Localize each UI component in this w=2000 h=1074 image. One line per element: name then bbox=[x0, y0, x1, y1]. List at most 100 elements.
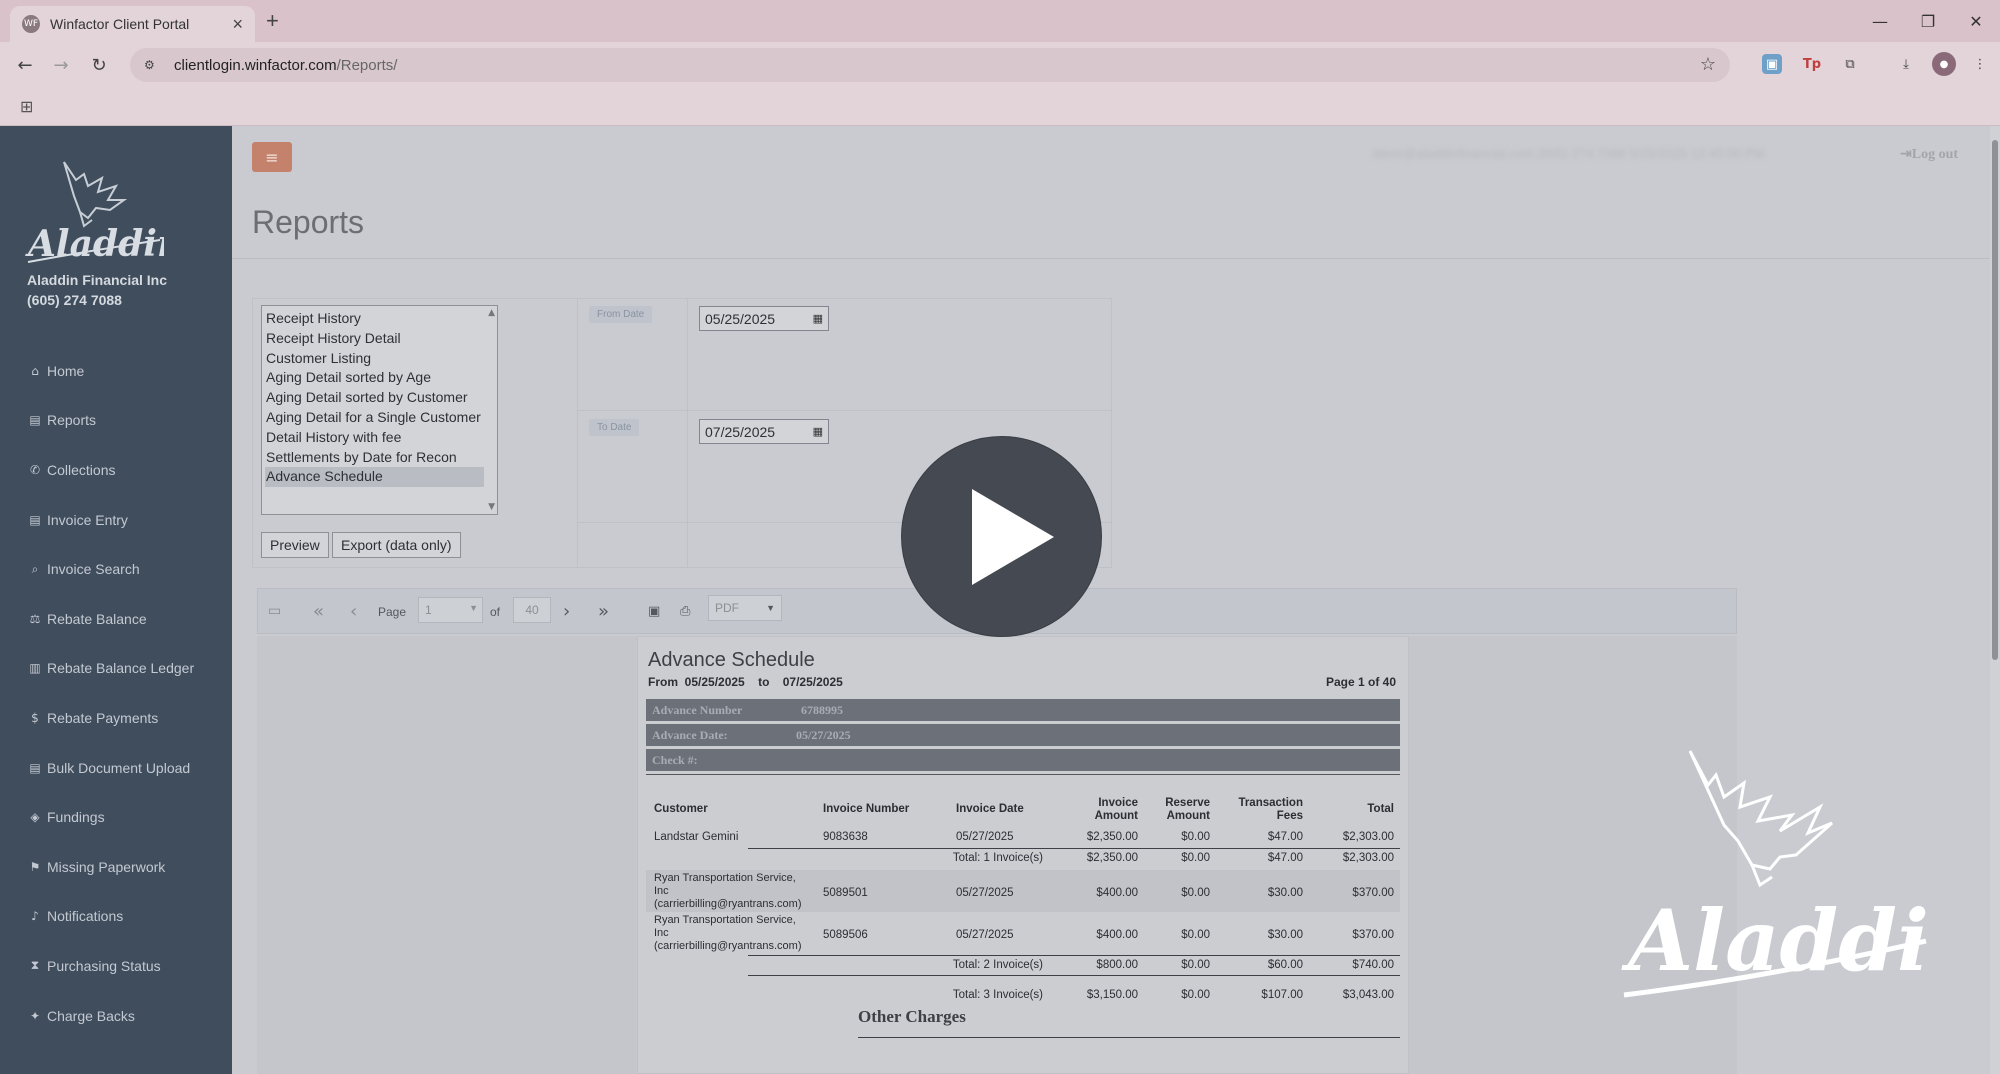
col-invoice-number: Invoice Number bbox=[823, 803, 910, 815]
tab-title: Winfactor Client Portal bbox=[50, 16, 190, 32]
book-icon: ▥ bbox=[29, 661, 41, 676]
calendar-icon[interactable]: ▦ bbox=[813, 425, 823, 438]
report-option[interactable]: Aging Detail sorted by Customer bbox=[265, 388, 494, 408]
profile-avatar-icon[interactable]: ● bbox=[1932, 52, 1956, 76]
save-icon[interactable]: ▣ bbox=[648, 604, 660, 619]
sidebar-item-bulk-document-upload[interactable]: ▤ Bulk Document Upload bbox=[0, 743, 232, 793]
logout-link[interactable]: ⇥Log out bbox=[1900, 146, 1958, 163]
print-icon[interactable]: ⎙ bbox=[680, 604, 690, 619]
chevron-down-icon: ▼ bbox=[766, 603, 775, 613]
balance-scale-icon: ⚖ bbox=[29, 611, 41, 626]
sidebar-item-charge-backs[interactable]: ✦ Charge Backs bbox=[0, 991, 232, 1041]
sidebar-item-label: Invoice Search bbox=[47, 561, 140, 578]
forward-icon[interactable]: → bbox=[48, 52, 74, 78]
bookmark-star-icon[interactable]: ☆ bbox=[1700, 54, 1716, 75]
report-select-list[interactable]: Receipt History Receipt History Detail C… bbox=[261, 305, 498, 515]
sidebar-item-reports[interactable]: ▤ Reports bbox=[0, 396, 232, 446]
hourglass-icon: ⧗ bbox=[30, 958, 40, 973]
menu-toggle-button[interactable]: ≡ bbox=[252, 142, 292, 172]
apps-grid-icon[interactable]: ⊞ bbox=[20, 97, 33, 116]
from-date-input[interactable]: 05/25/2025 ▦ bbox=[699, 306, 829, 331]
report-option[interactable]: Settlements by Date for Recon bbox=[265, 448, 494, 468]
tp-extension-icon[interactable]: Tp bbox=[1800, 52, 1824, 76]
browser-menu-icon[interactable]: ⋮ bbox=[1968, 52, 1992, 76]
report-page: Advance Schedule From 05/25/2025 to 07/2… bbox=[637, 636, 1409, 1074]
file-icon: ▤ bbox=[29, 760, 41, 775]
sidebar-item-label: Purchasing Status bbox=[47, 957, 161, 974]
report-date-range: From 05/25/2025 to 07/25/2025 bbox=[648, 675, 843, 689]
report-option[interactable]: Customer Listing bbox=[265, 349, 494, 369]
sidebar-item-missing-paperwork[interactable]: ⚑ Missing Paperwork bbox=[0, 842, 232, 892]
sidebar-item-invoice-search[interactable]: ⌕ Invoice Search bbox=[0, 544, 232, 594]
toggle-sidebar-icon[interactable]: ▭ bbox=[268, 603, 281, 619]
user-info: steve@aladdinfinancial.com (605) 274 708… bbox=[1372, 146, 1765, 161]
browser-tab[interactable]: WF Winfactor Client Portal × bbox=[10, 6, 255, 42]
file-icon: ▤ bbox=[29, 413, 41, 428]
sidebar-item-collections[interactable]: ✆ Collections bbox=[0, 445, 232, 495]
reload-icon[interactable]: ↻ bbox=[86, 52, 112, 78]
to-date-input[interactable]: 07/25/2025 ▦ bbox=[699, 419, 829, 444]
sidebar-item-rebate-payments[interactable]: $ Rebate Payments bbox=[0, 693, 232, 743]
sidebar-item-label: Collections bbox=[47, 461, 116, 478]
sidebar-item-purchasing-status[interactable]: ⧗ Purchasing Status bbox=[0, 941, 232, 991]
tab-close-icon[interactable]: × bbox=[232, 14, 243, 35]
sidebar-item-label: Fundings bbox=[47, 809, 105, 826]
url-path: /Reports/ bbox=[336, 56, 398, 74]
report-option[interactable]: Aging Detail for a Single Customer bbox=[265, 408, 494, 428]
scroll-down-icon[interactable]: ▼ bbox=[488, 502, 495, 512]
report-option[interactable]: Aging Detail sorted by Age bbox=[265, 368, 494, 388]
restore-icon[interactable]: ❐ bbox=[1904, 0, 1952, 42]
phone-icon: ✆ bbox=[29, 462, 41, 477]
dollar-icon: $ bbox=[31, 710, 39, 725]
advance-number-band: Advance Number 6788995 bbox=[646, 699, 1400, 721]
aladdin-watermark-logo: Aladdin bbox=[1621, 750, 1930, 998]
extension-icon[interactable]: ▣ bbox=[1762, 54, 1782, 74]
next-page-icon[interactable]: › bbox=[563, 601, 570, 622]
first-page-icon[interactable]: « bbox=[313, 601, 324, 622]
logout-icon: ⇥ bbox=[1900, 147, 1912, 162]
home-icon: ⌂ bbox=[31, 363, 39, 378]
sidebar-item-home[interactable]: ⌂ Home bbox=[0, 346, 232, 396]
sidebar-item-fundings[interactable]: ◈ Fundings bbox=[0, 792, 232, 842]
play-icon bbox=[972, 489, 1054, 585]
sidebar-item-label: Home bbox=[47, 362, 85, 379]
panel-divider bbox=[577, 410, 1112, 411]
sidebar-item-rebate-balance-ledger[interactable]: ▥ Rebate Balance Ledger bbox=[0, 644, 232, 694]
report-option[interactable]: Receipt History Detail bbox=[265, 329, 494, 349]
export-data-button[interactable]: Export (data only) bbox=[332, 532, 461, 558]
previous-page-icon[interactable]: ‹ bbox=[350, 601, 357, 622]
subtotal-rule bbox=[748, 955, 1400, 956]
panel-divider bbox=[577, 298, 578, 568]
page-number-select[interactable]: 1 ▼ bbox=[418, 597, 483, 623]
new-tab-icon[interactable]: + bbox=[266, 8, 279, 34]
of-label: of bbox=[490, 605, 501, 619]
calendar-icon[interactable]: ▦ bbox=[813, 312, 823, 325]
window-close-icon[interactable]: ✕ bbox=[1952, 0, 2000, 42]
total-pages: 40 bbox=[513, 597, 551, 623]
sidebar-item-notifications[interactable]: ♪ Notifications bbox=[0, 892, 232, 942]
bell-icon: ♪ bbox=[31, 909, 39, 924]
advance-date-band: Advance Date: 05/27/2025 bbox=[646, 724, 1400, 746]
company-name: Aladdin Financial Inc bbox=[27, 272, 168, 288]
preview-button[interactable]: Preview bbox=[261, 532, 329, 558]
page-label: Page bbox=[378, 605, 407, 619]
file-icon: ▤ bbox=[29, 512, 41, 527]
aladdin-logo: Aladdin bbox=[25, 161, 164, 265]
report-option[interactable]: Receipt History bbox=[265, 309, 494, 329]
export-format-select[interactable]: PDF ▼ bbox=[708, 595, 782, 621]
downloads-icon[interactable]: ⤓ bbox=[1894, 52, 1918, 76]
report-option-selected[interactable]: Advance Schedule bbox=[265, 467, 484, 488]
page-scrollbar-thumb[interactable] bbox=[1992, 140, 1998, 660]
site-info-icon[interactable]: ⚙ bbox=[144, 58, 162, 72]
last-page-icon[interactable]: » bbox=[598, 601, 609, 622]
sidebar-item-invoice-entry[interactable]: ▤ Invoice Entry bbox=[0, 495, 232, 545]
video-play-button[interactable] bbox=[901, 436, 1102, 637]
address-bar[interactable]: ⚙ clientlogin.winfactor.com/Reports/ ☆ bbox=[130, 48, 1730, 82]
back-icon[interactable]: ← bbox=[12, 52, 38, 78]
minimize-icon[interactable]: — bbox=[1856, 0, 1904, 42]
report-option[interactable]: Detail History with fee bbox=[265, 428, 494, 448]
sidebar-item-rebate-balance[interactable]: ⚖ Rebate Balance bbox=[0, 594, 232, 644]
from-date-label: From Date bbox=[589, 306, 653, 323]
extensions-puzzle-icon[interactable]: ⧉ bbox=[1838, 52, 1862, 76]
scroll-up-icon[interactable]: ▲ bbox=[488, 308, 495, 318]
